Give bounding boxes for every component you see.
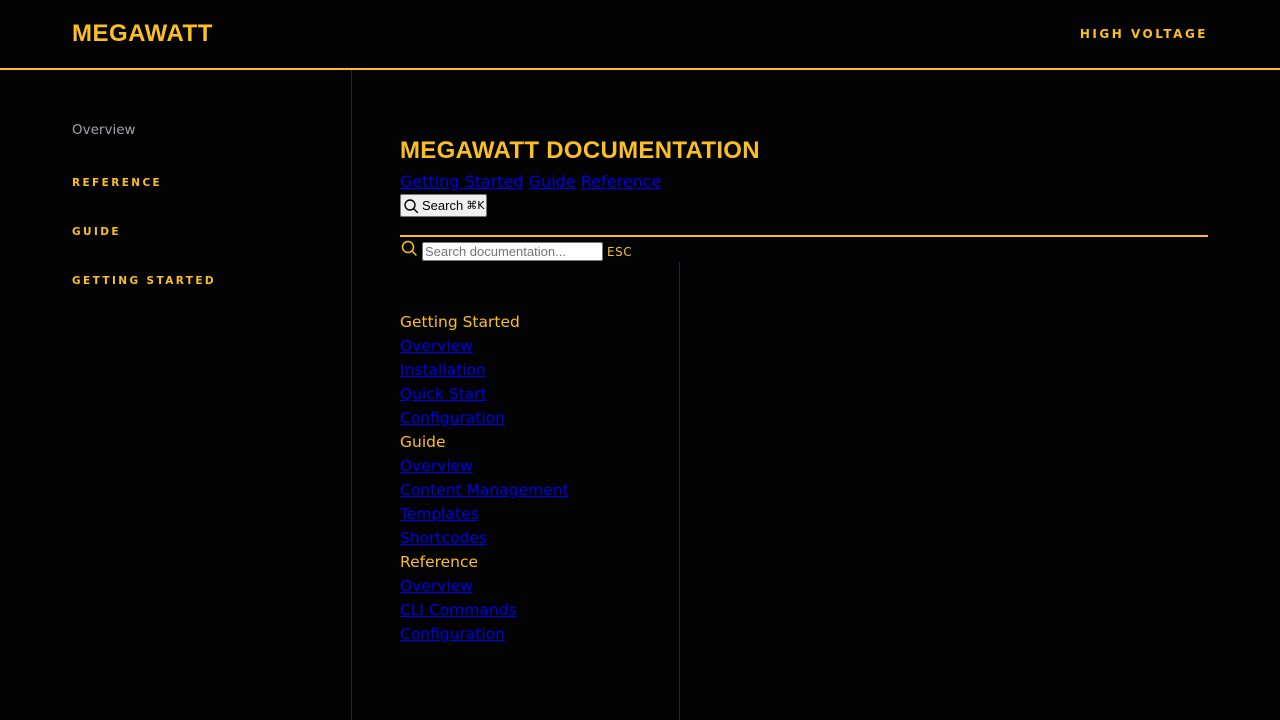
nav-group-getting-started: Getting Started <box>400 313 520 331</box>
nav-link-overview[interactable]: Overview <box>400 334 473 358</box>
sidebar-item-guide[interactable]: GUIDE <box>72 226 121 238</box>
search-input[interactable] <box>422 242 603 261</box>
nav-link-templates[interactable]: Templates <box>400 502 479 526</box>
sidebar-item-getting-started[interactable]: GETTING STARTED <box>72 275 216 287</box>
nav-link-cli-commands[interactable]: CLI Commands <box>400 598 517 622</box>
search-bar: ESC <box>400 235 1208 265</box>
nav-link-content-management[interactable]: Content Management <box>400 478 569 502</box>
breadcrumb: Getting Started Guide Reference <box>400 172 661 191</box>
nav-link-quick-start[interactable]: Quick Start <box>400 382 487 406</box>
nav-link-shortcodes[interactable]: Shortcodes <box>400 526 487 550</box>
brand-logo[interactable]: MEGAWATT <box>72 20 213 48</box>
tagline: HIGH VOLTAGE <box>1079 27 1208 41</box>
search-icon <box>401 240 417 256</box>
breadcrumb-reference[interactable]: Reference <box>581 172 662 191</box>
nav-link-installation[interactable]: Installation <box>400 358 486 382</box>
nav-link-reference-overview[interactable]: Overview <box>400 574 473 598</box>
breadcrumb-getting-started[interactable]: Getting Started <box>400 172 524 191</box>
search-button-label: Search <box>422 198 464 213</box>
sidebar-item-reference[interactable]: REFERENCE <box>72 177 162 189</box>
breadcrumb-guide[interactable]: Guide <box>529 172 576 191</box>
nav-link-reference-configuration[interactable]: Configuration <box>400 622 505 646</box>
esc-hint: ESC <box>607 245 633 259</box>
nav-link-configuration[interactable]: Configuration <box>400 406 505 430</box>
docs-nav-list: Getting Started Overview Installation Qu… <box>400 310 569 646</box>
site-header: MEGAWATT HIGH VOLTAGE <box>0 0 1280 70</box>
search-icon <box>404 198 419 213</box>
nav-group-reference: Reference <box>400 553 479 571</box>
sidebar: Overview REFERENCE GUIDE GETTING STARTED <box>0 70 352 720</box>
sidebar-item-overview[interactable]: Overview <box>72 122 136 138</box>
nav-group-guide: Guide <box>400 433 446 451</box>
nav-link-guide-overview[interactable]: Overview <box>400 454 473 478</box>
page-title: MEGAWATT DOCUMENTATION <box>400 137 760 164</box>
search-button[interactable]: Search ⌘K <box>400 194 488 217</box>
docs-nav-panel: Getting Started Overview Installation Qu… <box>400 262 680 720</box>
search-shortcut: ⌘K <box>466 199 485 212</box>
main-content: MEGAWATT DOCUMENTATION Getting Started G… <box>400 70 1208 720</box>
